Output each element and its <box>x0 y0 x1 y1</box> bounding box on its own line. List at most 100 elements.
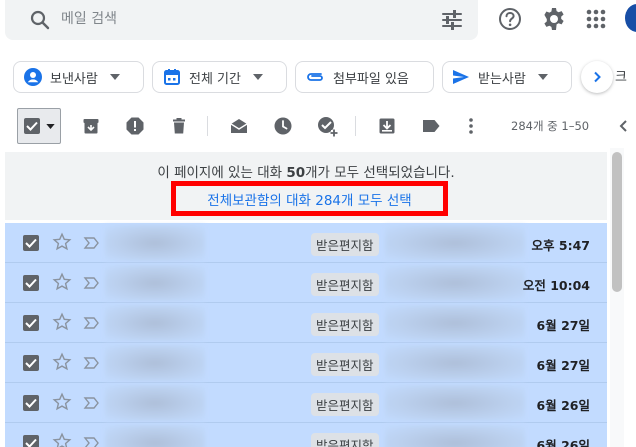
toolbar-divider <box>207 116 208 136</box>
filter-chip-label: 전체 기간 <box>189 71 241 87</box>
selection-message: 이 페이지에 있는 대화 50개가 모두 선택되었습니다. <box>157 165 455 181</box>
filter-chip-from[interactable]: 보낸사람 <box>13 61 144 93</box>
row-checkbox[interactable] <box>23 395 39 411</box>
pagination-info: 284개 중 1–50 <box>511 119 590 133</box>
apps-icon[interactable] <box>582 5 610 33</box>
delete-button[interactable] <box>165 112 193 140</box>
selected-count: 50 <box>286 165 306 181</box>
filter-chip-attachment[interactable]: 첨부파일 있음 <box>295 61 434 93</box>
sender-name-redacted <box>105 305 205 341</box>
message-list: 받은편지함 오후 5:47 받은편지함 오전 10:04 받은편지함 6월 27… <box>5 223 607 447</box>
search-input[interactable] <box>61 6 421 32</box>
row-checkbox[interactable] <box>23 355 39 371</box>
mark-as-read-button[interactable] <box>225 112 253 140</box>
filters-scroll-right-button[interactable] <box>581 61 613 93</box>
filter-chip-label: 첨부파일 있음 <box>333 71 409 87</box>
message-row[interactable]: 받은편지함 오후 5:47 <box>5 223 607 263</box>
message-row[interactable]: 받은편지함 6월 26일 <box>5 423 607 447</box>
inbox-label-badge: 받은편지함 <box>311 233 379 256</box>
filter-chip-to[interactable]: 받는사람 <box>442 61 572 93</box>
send-icon <box>453 70 469 84</box>
select-all-checkbox[interactable] <box>17 108 61 144</box>
message-date: 6월 26일 <box>536 438 590 447</box>
row-checkbox[interactable] <box>23 435 39 447</box>
star-icon[interactable] <box>52 272 72 292</box>
checkbox-checked-icon <box>25 318 37 328</box>
chevron-down-icon <box>252 74 263 80</box>
search-bar[interactable] <box>5 0 478 40</box>
row-checkbox[interactable] <box>23 315 39 331</box>
report-spam-icon <box>126 117 144 135</box>
subject-preview-redacted <box>385 305 525 341</box>
message-row[interactable]: 받은편지함 6월 26일 <box>5 383 607 423</box>
more-vert-icon <box>469 118 473 134</box>
filter-chip-overflow-label: 크 <box>615 70 627 85</box>
star-icon[interactable] <box>52 392 72 412</box>
star-icon[interactable] <box>52 312 72 332</box>
chevron-down-icon <box>109 74 120 80</box>
star-icon[interactable] <box>52 352 72 372</box>
important-marker-icon[interactable] <box>83 394 101 412</box>
chevron-right-icon <box>594 71 601 83</box>
label-icon <box>423 120 440 132</box>
star-icon[interactable] <box>52 432 72 447</box>
message-date: 6월 26일 <box>536 398 590 413</box>
message-row[interactable]: 받은편지함 6월 27일 <box>5 303 607 343</box>
important-marker-icon[interactable] <box>83 274 101 292</box>
sender-name-redacted <box>105 385 205 421</box>
scrollbar-thumb[interactable] <box>612 152 622 292</box>
sender-name-redacted <box>105 425 205 447</box>
inbox-label-badge: 받은편지함 <box>311 393 379 416</box>
important-marker-icon[interactable] <box>83 314 101 332</box>
search-options-icon[interactable] <box>439 7 465 33</box>
checkbox-checked-icon <box>25 358 37 368</box>
inbox-label-badge: 받은편지함 <box>311 353 379 376</box>
filter-chip-label: 보낸사람 <box>50 71 98 87</box>
filter-chip-label: 받는사람 <box>478 71 526 87</box>
filter-chip-date[interactable]: 전체 기간 <box>152 61 287 93</box>
star-icon[interactable] <box>52 232 72 252</box>
help-icon[interactable] <box>496 5 524 33</box>
archive-icon <box>83 119 99 134</box>
move-to-button[interactable] <box>373 112 401 140</box>
subject-preview-redacted <box>385 345 525 381</box>
add-to-tasks-button[interactable] <box>313 112 341 140</box>
inbox-label-badge: 받은편지함 <box>311 433 379 447</box>
important-marker-icon[interactable] <box>83 354 101 372</box>
chevron-down-icon[interactable] <box>46 123 55 129</box>
settings-icon[interactable] <box>540 5 568 33</box>
snooze-button[interactable] <box>269 112 297 140</box>
toolbar-divider <box>355 116 356 136</box>
important-marker-icon[interactable] <box>83 434 101 447</box>
report-spam-button[interactable] <box>121 112 149 140</box>
row-checkbox[interactable] <box>23 235 39 251</box>
clock-icon <box>274 117 292 135</box>
checkbox-checked-icon <box>24 118 40 134</box>
older-page-icon[interactable] <box>614 114 634 138</box>
subject-preview-redacted <box>385 225 525 261</box>
inbox-label-badge: 받은편지함 <box>311 313 379 336</box>
message-date: 6월 27일 <box>536 318 590 333</box>
search-icon[interactable] <box>28 8 52 32</box>
message-date: 6월 27일 <box>536 358 590 373</box>
calendar-icon <box>164 69 180 85</box>
chevron-down-icon <box>537 74 548 80</box>
select-all-conversations-link[interactable]: 전체보관함의 대화 284개 모두 선택 <box>176 189 443 209</box>
checkbox-checked-icon <box>25 398 37 408</box>
important-marker-icon[interactable] <box>83 234 101 252</box>
subject-preview-redacted <box>385 425 525 447</box>
person-icon <box>24 68 42 86</box>
paperclip-icon <box>307 73 323 81</box>
more-options-button[interactable] <box>457 112 485 140</box>
checkbox-checked-icon <box>25 438 37 447</box>
labels-button[interactable] <box>417 112 445 140</box>
message-row[interactable]: 받은편지함 6월 27일 <box>5 343 607 383</box>
message-date: 오전 10:04 <box>522 278 590 293</box>
checkbox-checked-icon <box>25 238 37 248</box>
row-checkbox[interactable] <box>23 275 39 291</box>
account-avatar[interactable] <box>625 4 636 32</box>
checkbox-checked-icon <box>25 278 37 288</box>
sender-name-redacted <box>105 225 205 261</box>
archive-button[interactable] <box>77 112 105 140</box>
message-row[interactable]: 받은편지함 오전 10:04 <box>5 263 607 303</box>
